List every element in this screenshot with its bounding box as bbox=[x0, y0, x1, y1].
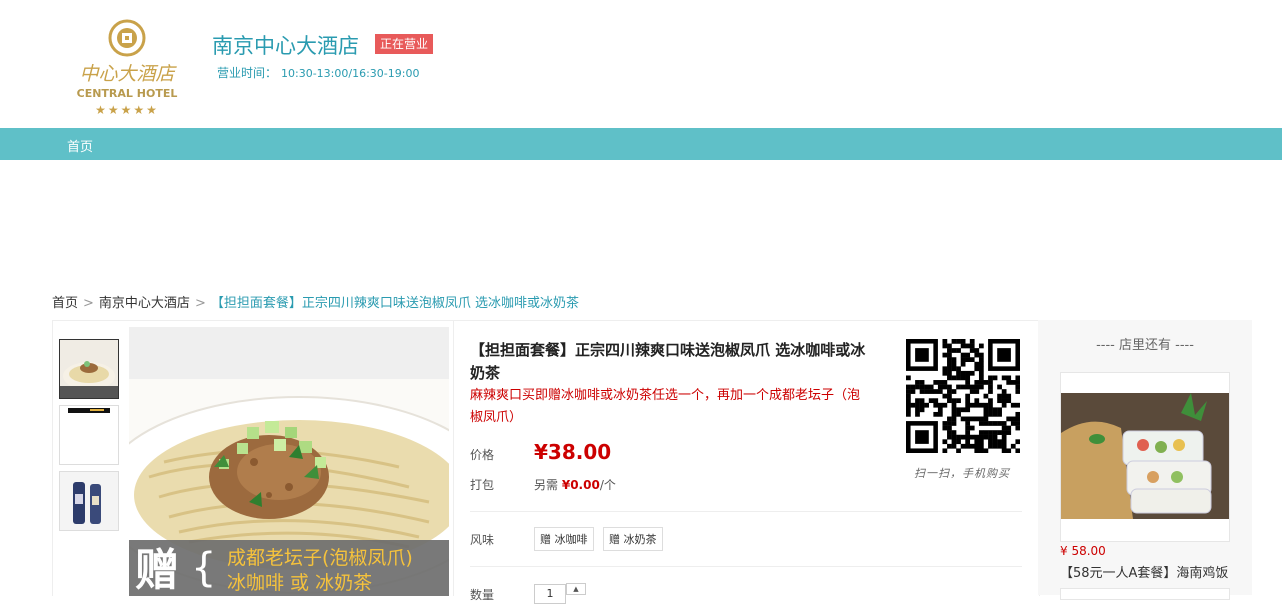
top-nav: 首页 bbox=[0, 128, 1282, 160]
pack-fee: 另需 ¥0.00/个 bbox=[534, 476, 616, 493]
flavor-label: 风味 bbox=[470, 533, 495, 547]
hours-value: 10:30-13:00/16:30-19:00 bbox=[281, 67, 420, 80]
nav-item-home[interactable]: 首页 bbox=[67, 136, 93, 155]
banner-big-char: 赠 bbox=[135, 545, 179, 596]
breadcrumb-separator: > bbox=[83, 296, 94, 311]
product-panel: 赠 { 成都老坛子(泡椒凤爪) 冰咖啡 或 冰奶茶 【担担面套餐】正宗四川辣爽口… bbox=[52, 320, 1040, 604]
price-label: 价格 bbox=[470, 448, 495, 462]
qr-caption: 扫一扫，手机购买 bbox=[914, 467, 1010, 480]
product-main-image[interactable]: 赠 { 成都老坛子(泡椒凤爪) 冰咖啡 或 冰奶茶 bbox=[129, 327, 449, 596]
thumbnail-noodles[interactable] bbox=[59, 339, 119, 399]
quantity-input[interactable]: 1 bbox=[534, 584, 566, 604]
product-title: 【担担面套餐】正宗四川辣爽口味送泡椒凤爪 选冰咖啡或冰奶茶 bbox=[470, 341, 866, 382]
logo-subtext: CENTRAL HOTEL bbox=[77, 87, 178, 100]
shop-recommendations: ---- 店里还有 ---- ¥ 58.00 【58元一人A套餐】海南鸡饭 bbox=[1038, 320, 1252, 600]
hotel-logo[interactable]: 中心大酒店 CENTRAL HOTEL ★★★★★ bbox=[62, 14, 192, 118]
pack-label: 打包 bbox=[470, 478, 495, 492]
side-title: ---- 店里还有 ---- bbox=[1096, 338, 1194, 353]
recommended-item-name[interactable]: 【58元一人A套餐】海南鸡饭 bbox=[1060, 562, 1230, 581]
divider bbox=[470, 511, 1022, 512]
banner-line-2: 冰咖啡 或 冰奶茶 bbox=[227, 572, 372, 594]
pack-value: ¥0.00 bbox=[561, 478, 600, 492]
business-hours: 营业时间： 10:30-13:00/16:30-19:00 bbox=[217, 64, 419, 81]
pack-prefix: 另需 bbox=[534, 478, 559, 492]
recommended-item-image-2[interactable] bbox=[1060, 588, 1230, 600]
divider bbox=[470, 566, 1022, 567]
breadcrumb-separator: > bbox=[194, 296, 206, 311]
recommended-item-price: ¥ 58.00 bbox=[1060, 544, 1106, 558]
breadcrumb-current: 【担担面套餐】正宗四川辣爽口味送泡椒凤爪 选冰咖啡或冰奶茶 bbox=[210, 296, 579, 311]
status-badge: 正在营业 bbox=[375, 34, 434, 54]
shop-name[interactable]: 南京中心大酒店 bbox=[212, 30, 359, 60]
banner-brace-icon: { bbox=[191, 545, 216, 591]
qr-code bbox=[906, 339, 1021, 454]
quantity-increase-icon[interactable]: ▲ bbox=[566, 583, 586, 595]
flavor-option-coffee[interactable]: 赠 冰咖啡 bbox=[534, 527, 594, 551]
recommended-item-image[interactable] bbox=[1060, 372, 1230, 542]
product-subtitle: 麻辣爽口买即赠冰咖啡或冰奶茶任选一个，再加一个成都老坛子（泡椒凤爪） bbox=[470, 388, 861, 425]
flavor-option-milk-tea[interactable]: 赠 冰奶茶 bbox=[603, 527, 663, 551]
breadcrumb-shop[interactable]: 南京中心大酒店 bbox=[99, 296, 190, 311]
price-value: ¥38.00 bbox=[534, 440, 612, 464]
header: 中心大酒店 CENTRAL HOTEL ★★★★★ 南京中心大酒店 正在营业 营… bbox=[0, 0, 1282, 128]
product-info: 【担担面套餐】正宗四川辣爽口味送泡椒凤爪 选冰咖啡或冰奶茶 麻辣爽口买即赠冰咖啡… bbox=[453, 321, 1040, 604]
thumbnail-banner[interactable] bbox=[59, 405, 119, 465]
breadcrumb-home[interactable]: 首页 bbox=[52, 296, 78, 311]
breadcrumb: 首页 > 南京中心大酒店 > 【担担面套餐】正宗四川辣爽口味送泡椒凤爪 选冰咖啡或冰奶茶 bbox=[52, 292, 579, 311]
star-rating-icon: ★★★★★ bbox=[95, 103, 159, 117]
thumbnail-list bbox=[59, 339, 119, 537]
hours-label: 营业时间： bbox=[217, 66, 278, 80]
banner-line-1: 成都老坛子(泡椒凤爪) bbox=[227, 547, 413, 569]
thumbnail-drink[interactable] bbox=[59, 471, 119, 531]
logo-text: 中心大酒店 bbox=[79, 63, 177, 85]
pack-suffix: /个 bbox=[599, 478, 616, 492]
